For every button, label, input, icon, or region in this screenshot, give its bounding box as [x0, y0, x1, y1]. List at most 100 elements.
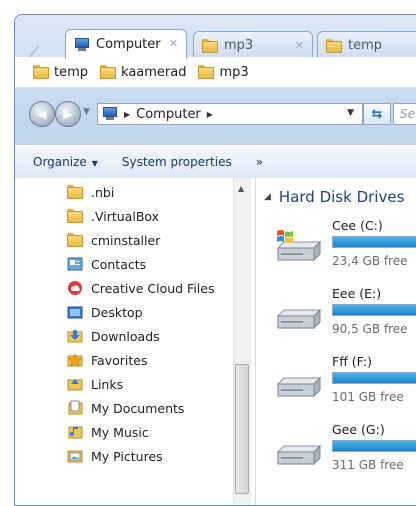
hard-disk-drives-header[interactable]: ◢ Hard Disk Drives: [264, 188, 404, 206]
hard-drive-icon: [276, 308, 322, 330]
nav-item-label: My Pictures: [91, 448, 163, 464]
drive-free-space: 101 GB free: [332, 390, 404, 404]
drive-usage-fill: [333, 441, 416, 451]
tab-label: mp3: [224, 38, 254, 53]
creative-cloud-icon: [68, 281, 82, 295]
hard-drive-icon: [276, 444, 322, 466]
tab-label: temp: [348, 38, 383, 53]
links-icon: [67, 379, 83, 391]
more-commands-button[interactable]: »: [256, 155, 263, 169]
folder-icon: [198, 65, 215, 79]
nav-item-favorites[interactable]: Favorites: [67, 350, 147, 370]
collapse-icon[interactable]: ◢: [264, 192, 271, 202]
downloads-icon: [67, 330, 83, 343]
windows-logo-icon: [277, 230, 293, 243]
scrollbar-thumb[interactable]: [235, 364, 249, 494]
recent-pages-dropdown[interactable]: ▼: [83, 107, 90, 117]
nav-item-downloads[interactable]: Downloads: [67, 326, 160, 346]
drive-usage-fill: [333, 237, 416, 247]
drive-label: Fff (F:): [332, 354, 372, 369]
nav-item-my-pictures[interactable]: My Pictures: [67, 446, 163, 466]
chevron-right-icon[interactable]: ▶: [124, 110, 130, 119]
nav-item-links[interactable]: Links: [67, 374, 123, 394]
folder-icon: [67, 209, 83, 223]
documents-icon: [68, 400, 83, 415]
organize-label: Organize: [33, 155, 87, 169]
folder-icon: [326, 38, 342, 53]
pictures-icon: [67, 450, 83, 463]
computer-icon: [102, 107, 118, 121]
bookmark-label: kaamerad: [121, 64, 187, 80]
bookmark-label: mp3: [219, 64, 249, 80]
music-icon: [68, 426, 83, 439]
chevron-down-icon: ▼: [91, 159, 98, 168]
refresh-icon: ⇆: [371, 106, 383, 122]
address-row: ◀ ▶ ▼ ▶ Computer ▶ ▼ ⇆ Se: [15, 97, 416, 131]
nav-item-my-documents[interactable]: My Documents: [67, 398, 184, 418]
drive-usage-bar: [332, 304, 416, 316]
nav-item-label: Contacts: [91, 256, 147, 272]
scroll-up-icon[interactable]: ▲: [238, 184, 244, 193]
nav-item-label: Favorites: [91, 352, 148, 368]
address-bar[interactable]: ▶ Computer ▶ ▼: [97, 103, 363, 125]
tab-label: Computer: [96, 37, 161, 52]
computer-icon: [74, 37, 90, 52]
nav-item-label: cminstaller: [91, 232, 161, 248]
nav-item-my-music[interactable]: My Music: [67, 422, 149, 442]
drive-usage-bar: [332, 440, 416, 452]
navigation-pane: .nbi .VirtualBox cminstaller Contacts Cr: [15, 178, 256, 505]
tab-temp[interactable]: temp: [317, 31, 416, 59]
nav-item-cminstaller[interactable]: cminstaller: [67, 230, 160, 250]
system-properties-button[interactable]: System properties: [122, 155, 232, 169]
bookmark-temp[interactable]: temp: [33, 65, 88, 80]
nav-item-creative-cloud-files[interactable]: Creative Cloud Files: [67, 278, 215, 298]
close-icon[interactable]: ✕: [169, 37, 178, 50]
drive-free-space: 23,4 GB free: [332, 254, 408, 268]
nav-item-label: My Documents: [91, 400, 185, 416]
nav-item-label: Downloads: [91, 328, 160, 344]
forward-arrow-icon: ▶: [63, 107, 73, 121]
drive-label: Cee (C:): [332, 218, 383, 233]
drive-g[interactable]: Gee (G:) 311 GB free: [274, 422, 416, 486]
nav-item-contacts[interactable]: Contacts: [67, 254, 146, 274]
refresh-button[interactable]: ⇆: [363, 103, 391, 125]
drive-usage-fill: [333, 305, 416, 315]
chevron-right-icon[interactable]: ▶: [207, 110, 213, 119]
drive-e[interactable]: Eee (E:) 90,5 GB free: [274, 286, 416, 350]
forward-button[interactable]: ▶: [55, 101, 81, 127]
breadcrumb: ▶ Computer ▶: [124, 107, 213, 122]
breadcrumb-computer[interactable]: Computer: [136, 107, 201, 122]
tab-mp3[interactable]: mp3 ✕: [193, 31, 313, 59]
close-icon[interactable]: ✕: [295, 39, 304, 52]
tab-strip: ⟋ Computer ✕ mp3 ✕ temp: [15, 29, 416, 61]
drive-usage-bar: [332, 372, 416, 384]
drive-usage-fill: [333, 373, 416, 383]
section-title: Hard Disk Drives: [278, 188, 405, 206]
nav-item-label: .nbi: [91, 184, 115, 200]
search-input[interactable]: Se: [393, 103, 416, 125]
nav-item-label: .VirtualBox: [91, 208, 160, 224]
drive-usage-bar: [332, 236, 416, 248]
nav-pane-scrollbar[interactable]: ▲: [233, 178, 251, 505]
drive-free-space: 90,5 GB free: [332, 322, 408, 336]
explorer-window: ⟋ Computer ✕ mp3 ✕ temp temp kaamerad mp…: [14, 14, 416, 506]
tab-computer[interactable]: Computer ✕: [65, 29, 187, 59]
content-pane: ◢ Hard Disk Drives Cee (C:) 23,4 GB free: [256, 178, 416, 505]
drive-label: Eee (E:): [332, 286, 382, 301]
hard-drive-icon: [276, 376, 322, 398]
bookmark-label: temp: [54, 64, 89, 80]
chevron-down-icon[interactable]: ▼: [347, 108, 354, 118]
back-arrow-icon: ◀: [37, 107, 47, 121]
drive-free-space: 311 GB free: [332, 458, 404, 472]
back-button[interactable]: ◀: [29, 101, 55, 127]
contacts-icon: [67, 257, 83, 271]
nav-item-desktop[interactable]: Desktop: [67, 302, 143, 322]
organize-button[interactable]: Organize ▼: [33, 155, 98, 169]
bookmark-mp3[interactable]: mp3: [198, 64, 249, 80]
nav-item-virtualbox[interactable]: .VirtualBox: [67, 206, 159, 226]
bookmark-kaamerad[interactable]: kaamerad: [100, 65, 186, 80]
drive-f[interactable]: Fff (F:) 101 GB free: [274, 354, 416, 418]
nav-item-nbi[interactable]: .nbi: [67, 182, 114, 202]
drive-c[interactable]: Cee (C:) 23,4 GB free: [274, 218, 416, 282]
nav-item-label: Links: [91, 376, 124, 392]
